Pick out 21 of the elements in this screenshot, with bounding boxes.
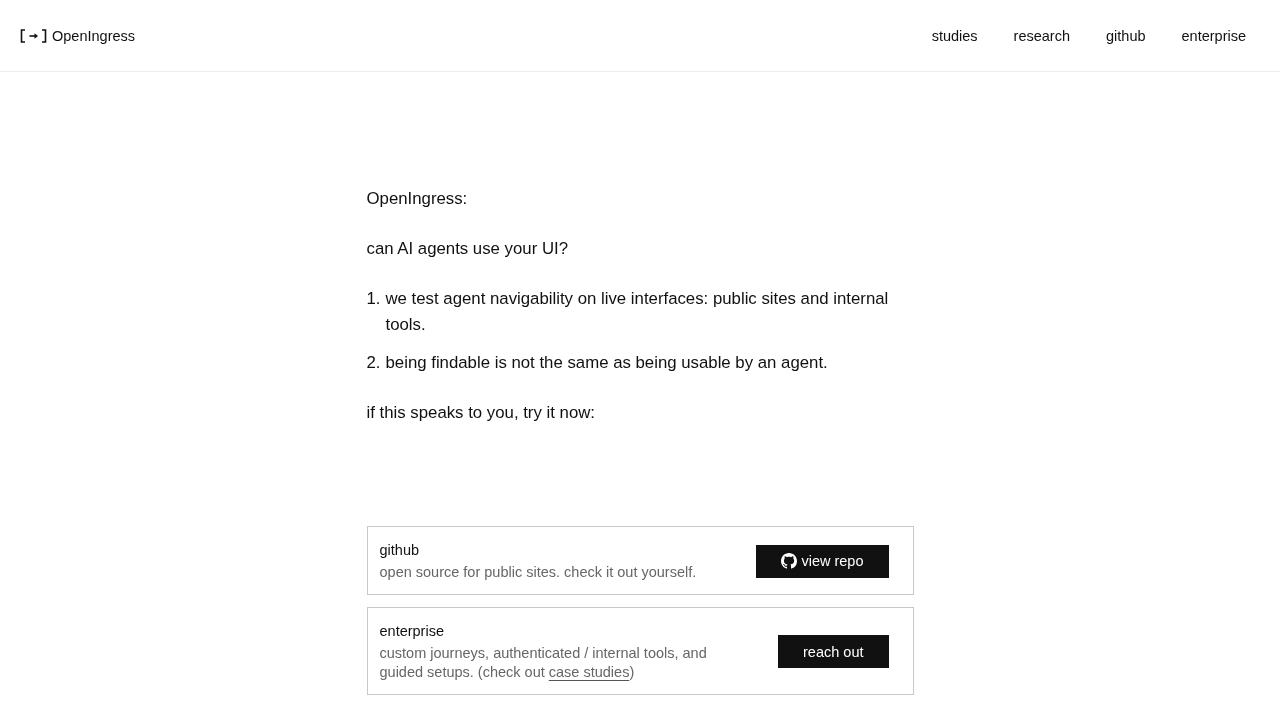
list-item-text: being findable is not the same as being usable by an agent. [385, 352, 829, 374]
github-icon [781, 553, 798, 569]
card-title: github [379, 541, 420, 560]
card-title: enterprise [379, 622, 445, 641]
bracket-arrow-icon [20, 28, 47, 43]
view-repo-button[interactable]: view repo [756, 544, 889, 578]
nav-link[interactable]: studies [913, 20, 996, 51]
heading-text: OpenIngress: [366, 188, 469, 210]
list-item-text: we test agent navigability on live interfaces: public sites and internal tools. [385, 288, 890, 336]
nav-link[interactable]: research [995, 20, 1088, 51]
case-studies-link[interactable]: case studies [548, 664, 630, 680]
call-to-action-text: if this speaks to you, try it now: [366, 402, 596, 424]
nav-link[interactable]: enterprise [1163, 20, 1264, 51]
card-description: custom journeys, authenticated / internal tools, and guided setups. (check out case studies) [379, 644, 708, 682]
reach-out-button[interactable]: reach out [778, 635, 889, 668]
card-description: open source for public sites. check it out yourself. [379, 563, 698, 582]
list-number: 2. [366, 352, 382, 374]
logo-link[interactable]: OpenIngress [20, 26, 136, 45]
nav-link[interactable]: github [1088, 20, 1164, 51]
question-text: can AI agents use your UI? [366, 238, 569, 260]
list-number: 1. [366, 288, 382, 310]
